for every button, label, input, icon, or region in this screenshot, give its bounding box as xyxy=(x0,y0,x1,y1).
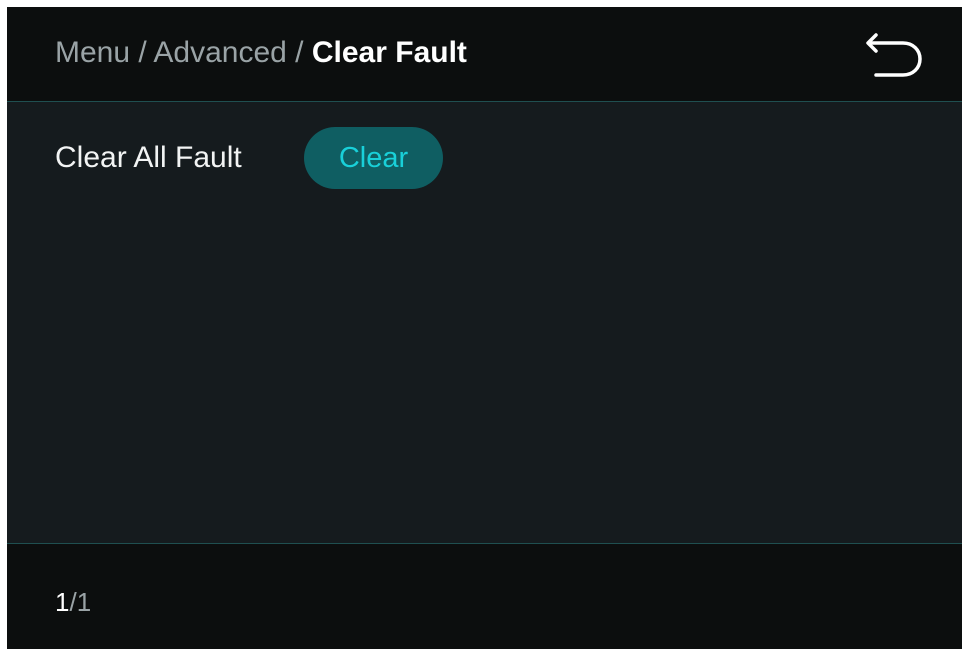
page-separator: / xyxy=(69,587,77,617)
page-title: Clear Fault xyxy=(311,36,467,69)
breadcrumb: Menu / Advanced / Clear Fault xyxy=(55,35,467,71)
page-current: 1 xyxy=(55,587,70,617)
breadcrumb-separator: / xyxy=(286,36,312,69)
page-indicator: 1/1 xyxy=(55,587,91,617)
breadcrumb-item-menu[interactable]: Menu xyxy=(55,36,130,69)
header-bar: Menu / Advanced / Clear Fault xyxy=(7,7,962,102)
screen: Menu / Advanced / Clear Fault Clear All … xyxy=(7,7,962,649)
clear-all-fault-label: Clear All Fault xyxy=(55,141,242,174)
clear-button[interactable]: Clear xyxy=(304,127,443,189)
breadcrumb-item-advanced[interactable]: Advanced xyxy=(153,36,286,69)
back-button[interactable] xyxy=(863,29,925,81)
breadcrumb-separator: / xyxy=(130,36,154,69)
content-area: Clear All Fault Clear xyxy=(7,102,962,543)
footer-bar: 1/1 xyxy=(7,543,962,649)
page-total: 1 xyxy=(76,587,92,617)
back-arrow-icon xyxy=(866,33,922,77)
